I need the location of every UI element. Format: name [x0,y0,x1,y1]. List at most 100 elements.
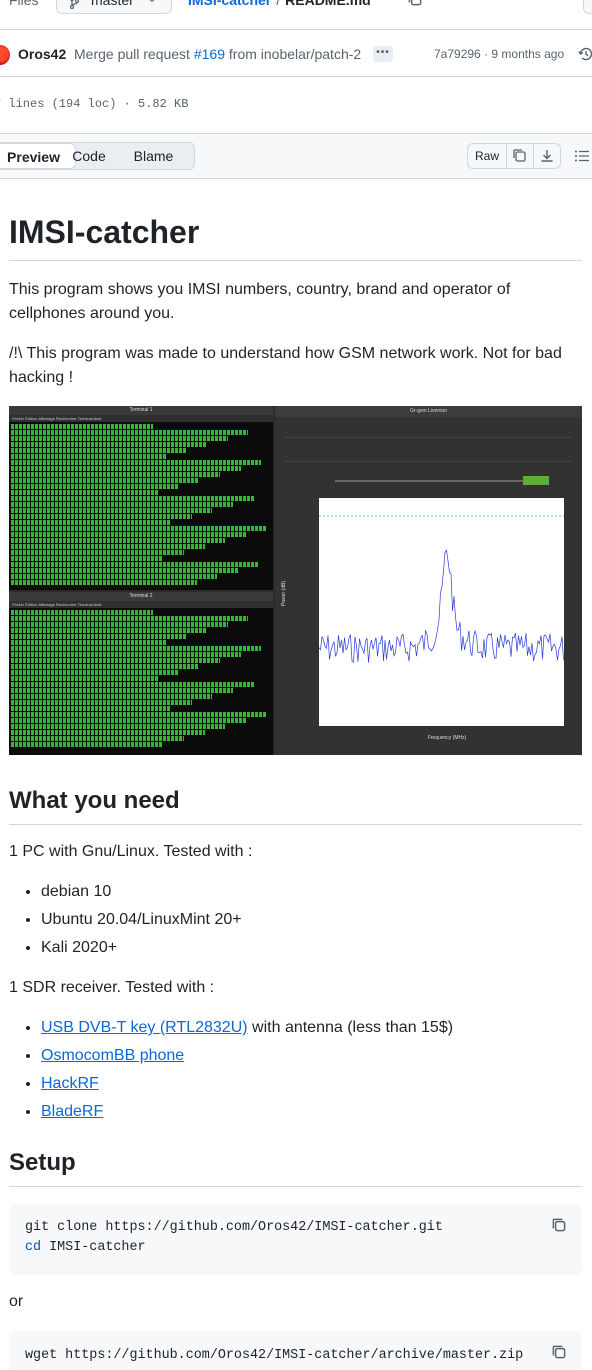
terminal-text-line [11,471,220,478]
copy-raw-button[interactable] [506,143,534,169]
terminal-text-line [11,543,205,549]
terminal-2-menu: Fichier Édition Affichage Rechercher Ter… [9,601,273,608]
branch-icon [69,0,80,12]
list-item: USB DVB-T key (RTL2832U) with antenna (l… [41,1014,453,1042]
pr-link[interactable]: #169 [194,46,225,62]
terminal-text-line [11,705,171,712]
terminal-text-line [11,723,226,729]
commit-time: 9 months ago [491,47,565,61]
os-list: debian 10 Ubuntu 20.04/LinuxMint 20+ Kal… [41,878,242,962]
commit-details-toggle[interactable]: ••• [373,46,393,62]
copy-code-icon[interactable] [550,1216,568,1234]
gr-gsm-window: Gr-gsm Livemon Frequency (MHz) Power (dB… [275,406,582,755]
files-label[interactable]: Files [9,0,39,8]
terminal-1-menu: Fichier Édition Affichage Rechercher Ter… [9,415,273,422]
terminal-text-line [11,447,187,454]
terminal-text-line [11,610,153,616]
terminal-text-line [11,639,166,646]
sdr-link-rtl2832u[interactable]: USB DVB-T key (RTL2832U) [41,1019,248,1036]
list-item: debian 10 [41,878,242,906]
list-item: Kali 2020+ [41,934,242,962]
terminal-text-line [11,483,179,490]
outline-list-icon[interactable] [574,148,590,164]
list-item: HackRF [41,1070,453,1098]
sdr-link-hackrf[interactable]: HackRF [41,1075,99,1092]
terminal-2-title: Terminal 2 [129,593,153,599]
terminal-2-output [11,610,269,753]
commit-hash[interactable]: 7a79296 [434,47,481,61]
copy-code-icon[interactable] [550,1343,568,1361]
readme-warning: /!\ This program was made to understand … [9,345,562,386]
terminal-text-line [11,519,171,526]
file-info: 7 lines (194 loc) · 5.82 KB [0,97,189,111]
copy-path-icon[interactable] [406,0,426,10]
code-line: cd IMSI-catcher [25,1238,566,1258]
terminal-text-line [11,729,205,735]
tab-preview[interactable]: Preview [0,143,76,169]
sdr-link-bladerf[interactable]: BladeRF [41,1103,103,1120]
terminal-text-line [11,699,192,706]
pc-requirement: 1 PC with Gnu/Linux. Tested with : [9,843,253,860]
header-edge-button[interactable] [583,0,592,14]
commit-message-prefix: Merge pull request [74,46,190,62]
terminal-text-line [11,657,220,664]
x-axis-label: Frequency (MHz) [427,735,467,741]
list-item: Ubuntu 20.04/LinuxMint 20+ [41,906,242,934]
download-icon[interactable] [533,143,561,169]
terminal-text-line [11,663,200,670]
terminal-text-line [11,633,187,640]
branch-selector-button[interactable]: master ⌄ [56,0,172,14]
code-line: wget https://github.com/Oros42/IMSI-catc… [25,1348,524,1363]
terminal-text-line [11,555,164,561]
terminal-text-line [11,549,184,555]
terminal-text-line [11,531,246,538]
terminal-text-line [11,669,179,676]
list-item: OsmocomBB phone [41,1042,453,1070]
history-icon[interactable] [578,46,592,62]
code-keyword: cd [25,1240,42,1255]
y-axis-label: Power (dB) [281,580,287,606]
terminal-text-line [11,525,267,532]
breadcrumb-repo-link[interactable]: IMSI-catcher [188,0,271,8]
raw-button[interactable]: Raw [467,143,507,169]
tab-code[interactable]: Code [71,143,107,169]
view-mode-segmented-control: Preview Code Blame [0,142,195,170]
terminal-text-line [11,507,213,514]
terminal-text-line [11,651,241,658]
terminal-text-line [11,681,254,688]
terminal-text-line [11,459,262,466]
gr-gsm-window-title: Gr-gsm Livemon [410,408,447,414]
branch-name: master [91,0,134,8]
terminal-text-line [11,465,241,472]
file-header-bar: Files master ⌄ IMSI-catcher / README.md [0,0,592,30]
terminal-text-line [11,561,259,567]
avatar[interactable] [0,45,10,65]
terminal-text-line [11,675,159,682]
demo-screenshot-image: Terminal 1 Fichier Édition Affichage Rec… [9,406,582,755]
terminal-text-line [11,567,239,573]
terminal-text-line [11,717,246,724]
terminal-text-line [11,489,159,496]
terminal-text-line [11,615,249,622]
breadcrumb-file: README.md [285,0,371,8]
heading-setup: Setup [9,1149,76,1176]
chevron-down-icon: ⌄ [147,0,157,5]
terminal-text-line [11,501,233,508]
terminal-text-line [11,711,267,718]
terminal-text-line [11,435,228,442]
tab-blame[interactable]: Blame [131,143,176,169]
code-block-download: wget https://github.com/Oros42/IMSI-catc… [9,1331,582,1370]
commit-author[interactable]: Oros42 [18,46,66,62]
heading-divider [9,1186,582,1187]
terminal-text-line [11,627,208,634]
spectrum-plot [318,498,564,726]
terminal-text-line [11,621,228,628]
breadcrumb-separator: / [276,0,281,8]
code-line: git clone https://github.com/Oros42/IMSI… [25,1220,443,1235]
terminal-text-line [11,441,208,448]
sdr-link-osmocombb[interactable]: OsmocomBB phone [41,1047,184,1064]
terminal-text-line [11,645,262,652]
readme-title: IMSI-catcher [9,214,200,250]
code-arg: IMSI-catcher [41,1240,146,1255]
terminal-text-line [11,537,226,543]
